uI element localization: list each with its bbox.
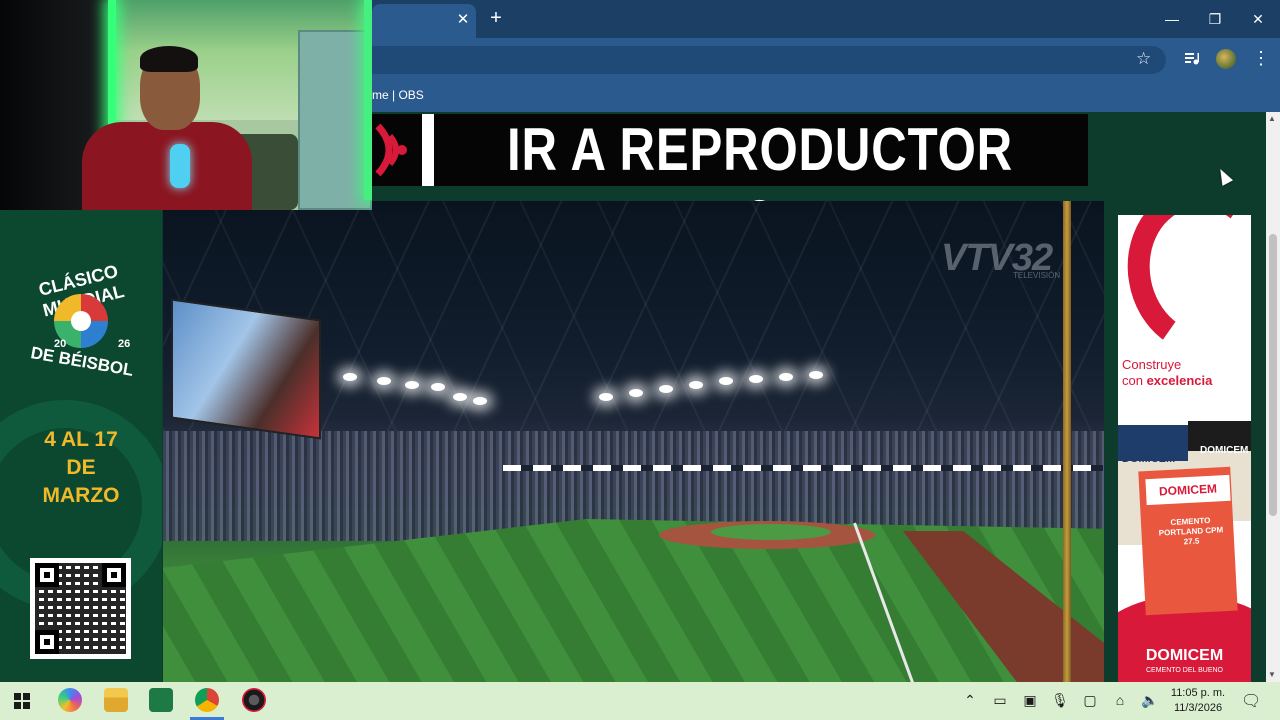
qr-finder (35, 563, 59, 587)
microphone-prop (170, 144, 190, 188)
ribbon-board (503, 465, 1103, 471)
profile-avatar[interactable] (1216, 49, 1236, 69)
infield-grass (711, 524, 831, 540)
excel-icon[interactable] (149, 688, 173, 712)
streamer-shirt (82, 122, 252, 210)
new-tab-button[interactable]: + (486, 7, 506, 30)
browser-menu-icon[interactable]: ⋮ (1252, 48, 1270, 69)
dates-line-1: 4 AL 17 (44, 428, 118, 451)
qr-finder (35, 630, 59, 654)
tournament-dates: 4 AL 17 DE MARZO (0, 426, 162, 510)
display-icon[interactable]: ▢ (1081, 692, 1099, 709)
video-scoreboard (171, 298, 321, 440)
volume-icon[interactable]: 🔈 (1141, 692, 1159, 709)
bag-center-brand: DOMICEM (1145, 474, 1231, 506)
chevron-up-icon[interactable]: ⌃ (961, 692, 979, 709)
media-control-icon[interactable] (1184, 50, 1200, 66)
clock-time: 11:05 p. m. (1170, 687, 1226, 699)
chrome-icon[interactable] (195, 688, 219, 712)
tab-close-icon[interactable]: ✕ (454, 10, 472, 28)
restore-button[interactable]: ❐ (1202, 8, 1228, 30)
dates-line-3: MARZO (42, 484, 120, 507)
scroll-up-icon[interactable]: ▲ (1268, 114, 1276, 123)
webcam-led-strip (364, 0, 372, 200)
webcam-led-strip (108, 0, 116, 140)
banner-divider (422, 114, 434, 186)
clock-date: 11/3/2026 (1173, 702, 1223, 714)
ad-swoosh (1118, 215, 1251, 367)
close-window-button[interactable]: ✕ (1245, 8, 1271, 30)
dates-line-2: DE (66, 456, 96, 479)
storage-icon[interactable]: ▣ (1021, 692, 1039, 709)
video-player[interactable]: VTV32 TELEVISIÓN (163, 201, 1104, 682)
network-icon[interactable]: ⌂ (1111, 692, 1129, 708)
webcam-overlay (0, 0, 372, 210)
banner-title[interactable]: IR A REPRODUCTOR 2 (498, 114, 1023, 255)
bookmark-item[interactable]: me | OBS (372, 88, 424, 102)
webcam-door (298, 30, 372, 210)
bookmark-star-icon[interactable]: ☆ (1136, 49, 1151, 69)
tournament-logo-ball (71, 311, 91, 331)
logo-year-right: 26 (118, 338, 131, 350)
bag-brand-right: DOMICEM (1200, 445, 1249, 456)
streamer-hair (140, 46, 198, 72)
right-ad-panel[interactable]: Construye con excelencia DOMICEM DOMICEM… (1118, 215, 1251, 682)
qr-code[interactable] (30, 558, 131, 659)
obs-icon[interactable] (242, 688, 266, 712)
copilot-icon[interactable] (58, 688, 82, 712)
ad-headline-1: Construye (1122, 357, 1182, 372)
ad-headline-2: con excelencia (1122, 373, 1213, 388)
scrollbar-thumb[interactable] (1269, 234, 1277, 516)
channel-watermark-sub: TELEVISIÓN (1013, 271, 1061, 280)
bag-center-product: CEMENTO PORTLAND CPM 27.5 (1158, 515, 1224, 547)
bag-brand-left: DOMICEM (1122, 453, 1176, 465)
ad-tagline: CEMENTO DEL BUENO (1145, 667, 1223, 674)
ad-brand: DOMICEM (1145, 647, 1224, 664)
system-clock[interactable]: 11:05 p. m. 11/3/2026 (1162, 686, 1234, 716)
microphone-icon[interactable]: 🎙 (1051, 692, 1069, 709)
windows-start-icon[interactable] (14, 693, 30, 709)
notification-icon[interactable]: 🗨 (1241, 691, 1261, 711)
qr-finder (102, 563, 126, 587)
battery-icon[interactable]: ▭ (991, 692, 1009, 709)
file-explorer-icon[interactable] (104, 688, 128, 712)
scroll-down-icon[interactable]: ▼ (1268, 670, 1276, 679)
broadcast-icon (375, 123, 407, 177)
stadium-lights (343, 371, 843, 405)
address-bar[interactable] (372, 46, 1166, 74)
minimize-button[interactable]: — (1159, 8, 1185, 30)
foul-pole (1063, 201, 1071, 682)
